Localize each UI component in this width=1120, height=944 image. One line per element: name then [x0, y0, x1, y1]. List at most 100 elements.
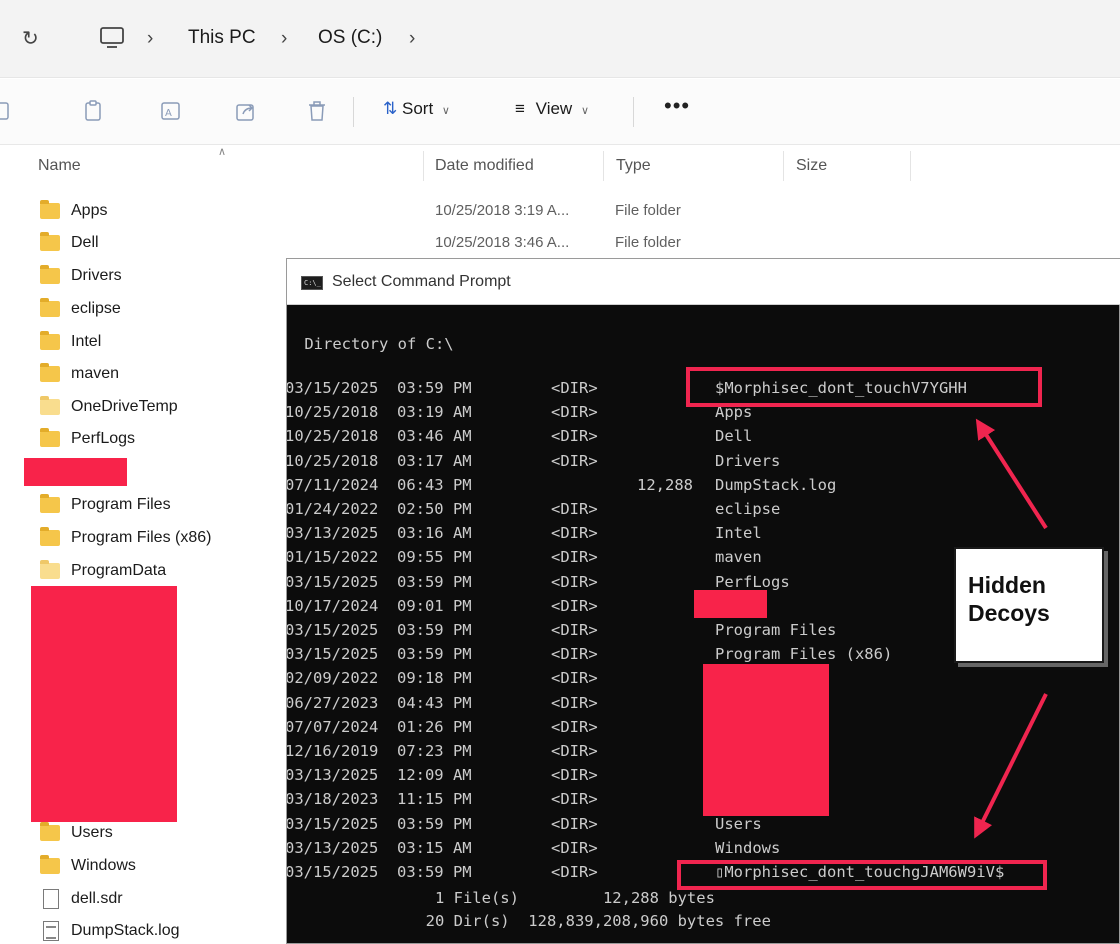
sort-button[interactable]: ⇅ Sort ∨ [383, 99, 450, 125]
redaction-block [24, 458, 127, 486]
redaction-block [31, 586, 177, 822]
listing-type: <DIR> [551, 814, 598, 833]
breadcrumb-os-c[interactable]: OS (C:) [318, 27, 382, 49]
column-divider[interactable] [603, 151, 604, 181]
listing-name: Windows [715, 838, 781, 857]
listing-name: Drivers [715, 451, 781, 470]
listing-type: <DIR> [551, 838, 598, 857]
folder-icon [40, 494, 60, 513]
copy-icon[interactable] [0, 99, 22, 123]
share-icon[interactable] [235, 99, 257, 123]
file-type: File folder [615, 234, 681, 251]
address-bar: ↻ › This PC › OS (C:) › [0, 0, 1120, 78]
listing-datetime: 10/17/2024 09:01 PM [287, 596, 472, 615]
redaction-block [694, 590, 767, 618]
listing-datetime: 02/09/2022 09:18 PM [287, 669, 472, 688]
chevron-down-icon: ∨ [580, 105, 589, 117]
folder-icon [40, 428, 60, 447]
listing-datetime: 03/13/2025 03:15 AM [287, 838, 472, 857]
column-size[interactable]: Size [796, 157, 827, 175]
listing-type: <DIR> [551, 379, 598, 397]
more-options-button[interactable]: ••• [664, 93, 690, 119]
listing-datetime: 03/15/2025 03:59 PM [287, 645, 472, 664]
view-button[interactable]: ≡ View ∨ [515, 99, 589, 125]
listing-type: <DIR> [551, 524, 598, 543]
listing-type: <DIR> [551, 717, 598, 736]
listing-name: Dell [715, 427, 753, 446]
toolbar-divider [353, 97, 354, 127]
file-name: Drivers [71, 267, 122, 284]
sort-label: Sort [401, 99, 434, 118]
listing-datetime: 03/15/2025 03:59 PM [287, 814, 472, 833]
rename-icon[interactable]: A [160, 99, 182, 123]
folder-icon [40, 396, 60, 415]
listing-name: maven [715, 548, 762, 567]
folder-icon [40, 298, 60, 317]
file-name: ProgramData [71, 562, 167, 579]
delete-icon[interactable] [306, 99, 328, 123]
listing-datetime: 06/27/2023 04:43 PM [287, 693, 472, 712]
listing-datetime: 01/15/2022 09:55 PM [287, 548, 472, 567]
file-name: OneDriveTemp [71, 398, 178, 415]
breadcrumb-this-pc[interactable]: This PC [188, 27, 256, 49]
refresh-icon[interactable]: ↻ [22, 26, 42, 50]
file-name: Users [71, 824, 113, 841]
column-divider[interactable] [423, 151, 424, 181]
command-prompt-titlebar[interactable]: C:\_ Select Command Prompt [287, 259, 1120, 305]
column-name[interactable]: Name [38, 157, 81, 175]
file-name: Apps [71, 202, 108, 219]
listing-datetime: 07/11/2024 06:43 PM [287, 475, 472, 494]
listing-type: <DIR> [551, 669, 598, 688]
file-name: maven [71, 365, 120, 382]
listing-type: <DIR> [551, 403, 598, 422]
listing-datetime: 03/15/2025 03:59 PM [287, 621, 472, 639]
column-divider[interactable] [783, 151, 784, 181]
file-name: DumpStack.log [71, 922, 180, 939]
file-name: Dell [71, 234, 99, 251]
column-divider[interactable] [910, 151, 911, 181]
listing-name: PerfLogs [715, 572, 790, 591]
toolbar-divider [633, 97, 634, 127]
text-file-icon [43, 921, 59, 941]
listing-name: DumpStack.log [715, 475, 837, 494]
directory-header: Directory of C:\ [295, 335, 454, 353]
highlight-box-decoy-1 [686, 367, 1042, 407]
chevron-down-icon: ∨ [441, 105, 450, 117]
summary-files: 1 File(s) 12,288 bytes [295, 889, 715, 907]
list-item[interactable]: Apps 10/25/2018 3:19 A... File folder [0, 196, 1120, 228]
svg-text:A: A [165, 108, 172, 119]
file-name: Windows [71, 857, 136, 874]
listing-datetime: 10/25/2018 03:46 AM [287, 427, 472, 446]
file-icon [43, 889, 59, 909]
listing-type: <DIR> [551, 766, 598, 785]
file-name: Program Files [71, 496, 171, 513]
chevron-right-icon: › [147, 28, 154, 49]
listing-type: <DIR> [551, 427, 598, 446]
listing-datetime: 03/15/2025 03:59 PM [287, 863, 472, 881]
list-item[interactable]: Dell 10/25/2018 3:46 A... File folder [0, 228, 1120, 260]
listing-datetime: 07/07/2024 01:26 PM [287, 717, 472, 736]
folder-icon [40, 200, 60, 219]
listing-type: <DIR> [551, 863, 598, 881]
listing-datetime: 03/15/2025 03:59 PM [287, 379, 472, 397]
file-date: 10/25/2018 3:19 A... [435, 202, 570, 219]
listing-type: <DIR> [551, 548, 598, 567]
this-pc-icon[interactable] [98, 26, 126, 50]
listing-name: Program Files [715, 621, 837, 639]
folder-icon [40, 855, 60, 874]
column-date-modified[interactable]: Date modified [435, 157, 534, 175]
chevron-right-icon[interactable]: › [409, 28, 415, 50]
listing-datetime: 03/18/2023 11:15 PM [287, 790, 472, 809]
column-type[interactable]: Type [616, 157, 651, 175]
sort-icon: ⇅ [383, 99, 398, 118]
file-name: PerfLogs [71, 430, 136, 447]
paste-icon[interactable] [83, 99, 105, 123]
listing-datetime: 10/25/2018 03:17 AM [287, 451, 472, 470]
redaction-block [703, 664, 829, 816]
file-name: eclipse [71, 300, 121, 317]
folder-icon [40, 822, 60, 841]
file-type: File folder [615, 202, 681, 219]
window-title: Select Command Prompt [332, 273, 511, 290]
command-bar: A ⇅ Sort ∨ ≡ View ∨ ••• [0, 79, 1120, 145]
view-label: View [535, 99, 573, 118]
